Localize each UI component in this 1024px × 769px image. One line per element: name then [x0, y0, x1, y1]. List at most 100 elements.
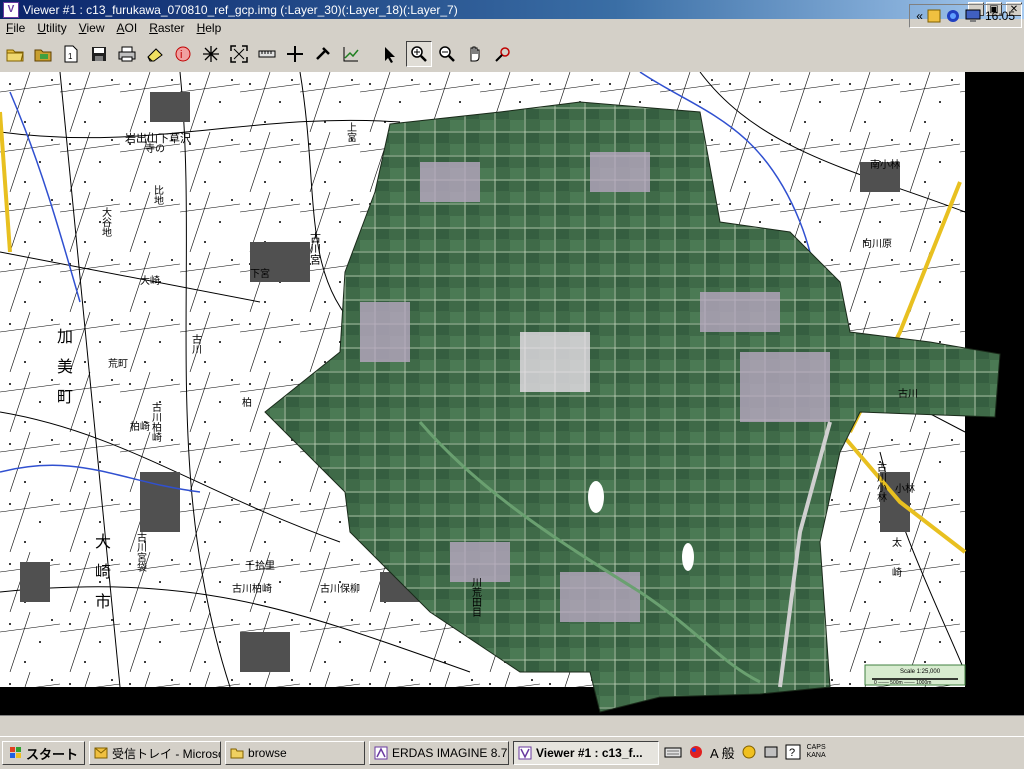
ime-mode-text[interactable]: A 般 [710, 743, 735, 762]
ime-tools-icon[interactable] [741, 744, 757, 760]
task-browse[interactable]: browse [225, 741, 366, 765]
system-tray: « 16:05 [909, 4, 1022, 28]
task-viewer-label: Viewer #1 : c13_f... [536, 746, 643, 760]
measure-icon[interactable] [254, 41, 280, 67]
caps-label: CAPS [806, 744, 826, 751]
viewer-app-icon[interactable]: V [3, 1, 19, 18]
viewer-toolbar: 1 i [0, 38, 1024, 70]
map-label: 美 [57, 357, 73, 376]
pan-hand-icon[interactable] [462, 41, 488, 67]
folder-icon [230, 748, 244, 759]
svg-text:1: 1 [68, 52, 73, 61]
map-label: 柏 [240, 396, 252, 408]
task-outlook[interactable]: 受信トレイ - Microsoft ... [89, 741, 222, 765]
help-icon[interactable]: ? [785, 744, 801, 760]
task-erdas-label: ERDAS IMAGINE 8.7 [392, 746, 508, 760]
menu-bar: File Utility View AOI Raster Help [0, 19, 1024, 37]
erase-icon[interactable] [142, 41, 168, 67]
map-label: 古川 [898, 387, 918, 400]
map-label: 千拾里 [245, 559, 275, 572]
open-layer-icon[interactable] [30, 41, 56, 67]
crosshair-icon[interactable] [282, 41, 308, 67]
ime-palette-icon[interactable] [688, 744, 704, 760]
menu-view[interactable]: View [73, 21, 111, 35]
map-label: 川荒田目 [470, 577, 482, 617]
zoom-in-icon[interactable] [406, 41, 432, 67]
histogram-icon[interactable] [338, 41, 364, 67]
info-icon[interactable]: i [170, 41, 196, 67]
clock[interactable]: 16:05 [985, 9, 1015, 23]
print-icon[interactable] [114, 41, 140, 67]
tray-app-icon[interactable] [927, 9, 941, 23]
zoom-out-icon[interactable] [434, 41, 460, 67]
new-viewer-icon[interactable]: 1 [58, 41, 84, 67]
inquire-cursor-icon[interactable] [198, 41, 224, 67]
keyboard-icon[interactable] [664, 744, 682, 760]
map-label: 小林 [895, 482, 915, 495]
map-label: 古川宮袋 [135, 531, 147, 572]
window-title: Viewer #1 : c13_furukawa_070810_ref_gcp.… [23, 2, 458, 17]
select-arrow-icon[interactable] [378, 41, 404, 67]
erdas-icon [374, 746, 388, 760]
menu-help[interactable]: Help [191, 21, 228, 35]
map-label: 大崎 [140, 274, 160, 287]
map-image: Scale 1:25,000 0 ─── 500m ─── 1000m 岩出山下… [0, 72, 1001, 713]
menu-aoi[interactable]: AOI [111, 21, 144, 35]
task-viewer[interactable]: Viewer #1 : c13_f... [513, 741, 660, 765]
vertical-scroll-area[interactable] [1004, 72, 1024, 715]
map-label: 向川原 [862, 237, 892, 250]
map-label: 崎 [890, 566, 902, 577]
map-label: 岩出山下草沢 [125, 131, 191, 145]
map-label: 市 [95, 592, 111, 611]
fit-window-icon[interactable] [226, 41, 252, 67]
scale-bar-label: Scale 1:25,000 [900, 669, 941, 675]
start-button[interactable]: スタート [2, 741, 86, 765]
horizontal-scrollbar[interactable] [0, 715, 1024, 734]
svg-text:?: ? [789, 747, 795, 759]
map-label: 大 [95, 532, 111, 551]
map-label: 古川宮 [309, 232, 322, 266]
caps-kana-indicator[interactable]: CAPS KANA [807, 744, 826, 760]
map-label: 古川 [190, 333, 202, 354]
tray-monitor-icon[interactable] [965, 9, 981, 23]
map-label: 太 [890, 536, 902, 548]
map-viewer-canvas[interactable]: Scale 1:25,000 0 ─── 500m ─── 1000m 岩出山下… [0, 72, 1024, 715]
start-label: スタート [26, 746, 79, 762]
map-label: 下宮 [250, 267, 270, 280]
save-icon[interactable] [86, 41, 112, 67]
map-label: 柏崎 [130, 420, 150, 433]
map-label: 古川小林 [875, 461, 887, 503]
map-label: 比地 [152, 185, 164, 205]
windows-logo-icon [10, 747, 21, 758]
task-outlook-label: 受信トレイ - Microsoft ... [112, 746, 220, 761]
map-label: 加 [57, 327, 73, 346]
inquire-box-icon[interactable] [490, 41, 516, 67]
menu-file[interactable]: File [0, 21, 31, 35]
kana-label: KANA [806, 752, 826, 759]
map-label: 上宮 [345, 122, 357, 143]
menu-utility[interactable]: Utility [31, 21, 72, 35]
menu-raster[interactable]: Raster [143, 21, 190, 35]
svg-text:i: i [180, 49, 182, 61]
map-label: 寺の [145, 143, 165, 155]
map-label: 大谷地 [100, 206, 112, 237]
ime-toolbar: A 般 ? CAPS KANA [664, 740, 826, 764]
map-label: 荒町 [108, 358, 128, 370]
scale-bar-sub: 0 ─── 500m ─── 1000m [874, 680, 931, 686]
map-label: 古川柏崎 [150, 401, 162, 442]
viewer-icon [518, 746, 532, 760]
map-label: 崎 [95, 562, 111, 581]
ime-dictionary-icon[interactable] [763, 744, 779, 760]
window-titlebar[interactable]: V Viewer #1 : c13_furukawa_070810_ref_gc… [0, 0, 1024, 19]
map-label: 古川柏崎 [232, 582, 272, 595]
taskbar: スタート 受信トレイ - Microsoft ... browse ERDAS … [0, 736, 1024, 769]
roam-icon[interactable] [310, 41, 336, 67]
tray-expand-icon[interactable]: « [916, 9, 923, 23]
tray-network-icon[interactable] [945, 9, 961, 23]
task-erdas[interactable]: ERDAS IMAGINE 8.7 [369, 741, 510, 765]
map-label: 町 [57, 387, 73, 406]
map-label: 古川保柳 [320, 582, 360, 595]
outlook-icon [94, 747, 108, 759]
map-label: 南小林 [870, 158, 900, 171]
open-folder-icon[interactable] [2, 41, 28, 67]
